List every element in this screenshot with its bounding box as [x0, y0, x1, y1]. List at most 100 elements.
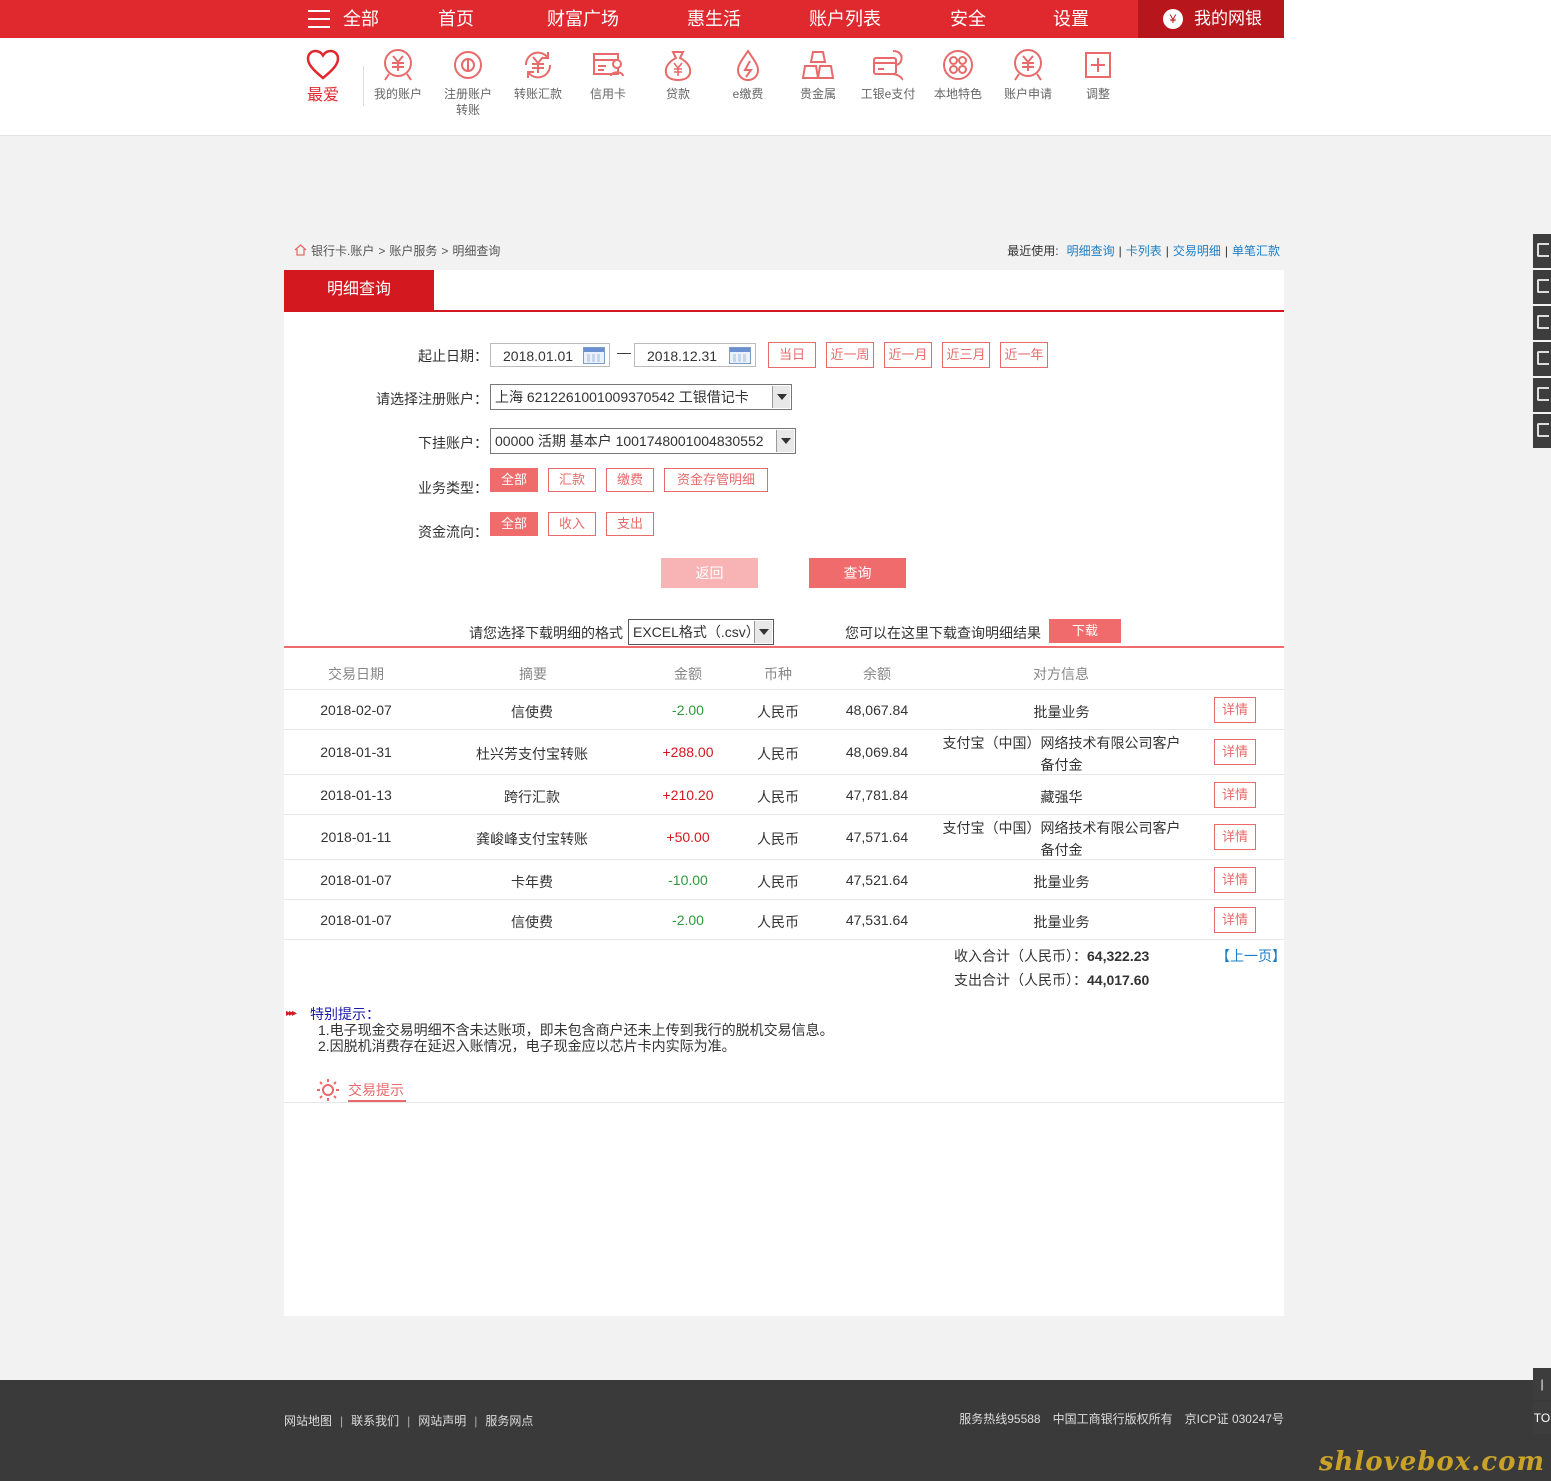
chevron-down-icon[interactable] — [754, 621, 772, 643]
range-today-button[interactable]: 当日 — [768, 342, 816, 368]
biz-type-payment-button[interactable]: 缴费 — [606, 468, 654, 492]
row-detail-button[interactable]: 详情 — [1214, 739, 1256, 765]
shortcut-loan[interactable]: 贷款 — [643, 48, 713, 102]
money-bag-icon: ¥ — [1163, 9, 1183, 29]
download-button[interactable]: 下载 — [1049, 619, 1121, 643]
row-detail-button[interactable]: 详情 — [1214, 824, 1256, 850]
shortcut-credit-card[interactable]: 信用卡 — [573, 48, 643, 102]
special-notice-line: 1.电子现金交易明细不含未达账项，即未包含商户还未上传到我行的脱机交易信息。 — [318, 1022, 834, 1038]
back-button[interactable]: 返回 — [661, 558, 758, 588]
breadcrumb: 银行卡.账户 > 账户服务 > 明细查询 — [294, 242, 500, 259]
shortcut-precious-metal[interactable]: 贵金属 — [783, 48, 853, 102]
range-year-button[interactable]: 近一年 — [1000, 342, 1048, 368]
nav-all[interactable]: 全部 — [343, 0, 379, 38]
row-date: 2018-01-07 — [320, 872, 392, 888]
camera-icon[interactable] — [1533, 306, 1551, 340]
row-summary: 卡年费 — [511, 874, 553, 890]
chevron-down-icon[interactable] — [776, 430, 794, 452]
flow-income-button[interactable]: 收入 — [548, 512, 596, 536]
col-header-balance: 余额 — [863, 666, 891, 682]
sub-account-label: 下挂账户： — [418, 435, 488, 451]
mail-icon[interactable] — [1533, 378, 1551, 412]
range-week-button[interactable]: 近一周 — [826, 342, 874, 368]
prev-page-link[interactable]: 【上一页】 — [1216, 946, 1286, 966]
water-drop-icon — [736, 49, 760, 82]
footer-link-branches[interactable]: 服务网点 — [485, 1414, 533, 1428]
nav-settings[interactable]: 设置 — [1053, 0, 1089, 38]
recent-link-single-remit[interactable]: 单笔汇款 — [1232, 244, 1280, 258]
sub-account-select[interactable]: 00000 活期 基本户 1001748001004830552 — [490, 428, 796, 454]
shortcut-account-apply[interactable]: 账户申请 — [993, 48, 1063, 102]
row-date: 2018-01-13 — [320, 787, 392, 803]
home-icon[interactable] — [294, 244, 307, 256]
cart-icon[interactable] — [1533, 234, 1551, 268]
detail-query-panel: 明细查询 起止日期： 2018.01.01 — 2018.12.31 当日 近一… — [284, 270, 1286, 1316]
biz-type-custody-button[interactable]: 资金存管明细 — [664, 468, 768, 492]
shortcut-icbc-epay[interactable]: 工银e支付 — [853, 48, 923, 102]
range-three-months-button[interactable]: 近三月 — [942, 342, 990, 368]
chevron-down-icon[interactable] — [772, 386, 790, 408]
col-header-date: 交易日期 — [328, 666, 384, 682]
account-select[interactable]: 上海 6212261001009370542 工银借记卡 — [490, 384, 792, 410]
my-bank-button[interactable]: ¥ 我的网银 — [1138, 0, 1284, 38]
scroll-handle-icon[interactable]: | — [1533, 1368, 1551, 1400]
calendar-icon[interactable] — [1533, 342, 1551, 376]
trade-tip-label: 交易提示 — [348, 1082, 404, 1098]
download-format-label: 请您选择下载明细的格式 — [469, 625, 623, 641]
footer-link-statement[interactable]: 网站声明 — [418, 1414, 466, 1428]
breadcrumb-item-card-account[interactable]: 银行卡.账户 — [311, 244, 374, 258]
menu-icon[interactable] — [308, 10, 330, 28]
nav-wealth[interactable]: 财富广场 — [547, 0, 619, 38]
start-date-value: 2018.01.01 — [503, 348, 574, 364]
biz-type-all-button[interactable]: 全部 — [490, 468, 538, 492]
nav-accounts[interactable]: 账户列表 — [809, 0, 881, 38]
row-detail-button[interactable]: 详情 — [1214, 697, 1256, 723]
query-button[interactable]: 查询 — [809, 558, 906, 588]
credit-card-icon — [593, 53, 624, 77]
start-date-field[interactable]: 2018.01.01 — [490, 343, 610, 367]
row-balance: 48,067.84 — [845, 702, 909, 718]
download-format-select[interactable]: EXCEL格式（.csv） — [628, 619, 774, 645]
shortcut-favorite[interactable]: 最爱 — [288, 48, 358, 104]
headset-icon[interactable] — [1533, 414, 1551, 448]
fund-flow-label: 资金流向： — [418, 524, 488, 540]
row-detail-button[interactable]: 详情 — [1214, 782, 1256, 808]
biz-type-remit-button[interactable]: 汇款 — [548, 468, 596, 492]
shortcut-registered-transfer[interactable]: 注册账户转账 — [433, 48, 503, 118]
recent-link-detail-query[interactable]: 明细查询 — [1067, 244, 1115, 258]
shortcut-transfer[interactable]: 转账汇款 — [503, 48, 573, 102]
recent-link-card-list[interactable]: 卡列表 — [1126, 244, 1162, 258]
shortcut-e-payment[interactable]: e缴费 — [713, 48, 783, 102]
nav-security[interactable]: 安全 — [950, 0, 986, 38]
nav-home[interactable]: 首页 — [438, 0, 474, 38]
range-month-button[interactable]: 近一月 — [884, 342, 932, 368]
shortcut-account-apply-label: 账户申请 — [1003, 87, 1052, 101]
shortcut-my-account[interactable]: 我的账户 — [363, 48, 433, 102]
tab-detail-query[interactable]: 明细查询 — [284, 270, 434, 310]
yuan-circle-icon — [384, 49, 412, 81]
flow-all-button[interactable]: 全部 — [490, 512, 538, 536]
row-currency: 人民币 — [757, 914, 799, 930]
shortcut-icbc-epay-label: 工银e支付 — [860, 87, 916, 101]
flow-expense-button[interactable]: 支出 — [606, 512, 654, 536]
back-to-top-button[interactable]: TO — [1533, 1402, 1551, 1434]
download-row: 请您选择下载明细的格式 EXCEL格式（.csv） 您可以在这里下载查询明细结果… — [284, 615, 1284, 645]
end-date-field[interactable]: 2018.12.31 — [634, 343, 756, 367]
calendar-icon[interactable] — [729, 347, 751, 364]
table-row: 2018-01-07 信使费 -2.00 人民币 47,531.64 批量业务 … — [284, 900, 1284, 940]
breadcrumb-item-account-service[interactable]: 账户服务 — [389, 244, 437, 258]
shortcut-adjust[interactable]: 调整 — [1063, 48, 1133, 102]
row-party: 批量业务 — [1033, 914, 1090, 930]
row-balance: 48,069.84 — [845, 744, 909, 760]
send-icon[interactable] — [1533, 270, 1551, 304]
shortcut-local-feature[interactable]: 本地特色 — [923, 48, 993, 102]
row-detail-button[interactable]: 详情 — [1214, 907, 1256, 933]
footer-link-sitemap[interactable]: 网站地图 — [284, 1414, 332, 1428]
nav-life[interactable]: 惠生活 — [687, 0, 741, 38]
calendar-icon[interactable] — [583, 347, 605, 364]
recent-link-transaction-detail[interactable]: 交易明细 — [1173, 244, 1221, 258]
footer-link-contact[interactable]: 联系我们 — [351, 1414, 399, 1428]
col-header-party: 对方信息 — [1033, 666, 1089, 682]
row-currency: 人民币 — [757, 746, 799, 762]
row-detail-button[interactable]: 详情 — [1214, 867, 1256, 893]
